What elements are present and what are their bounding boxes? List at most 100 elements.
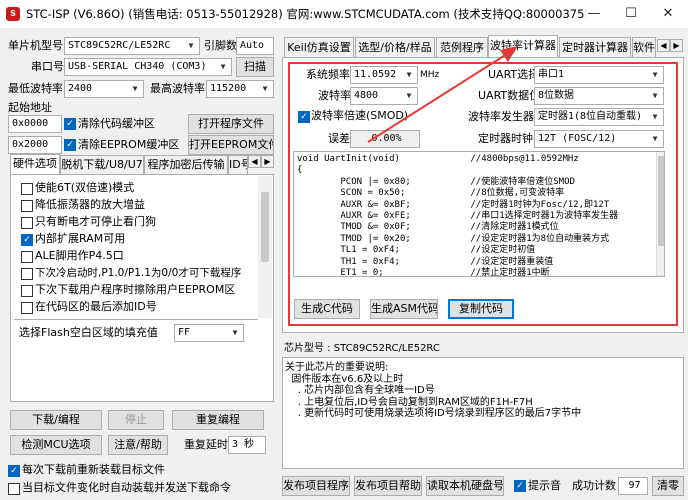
chevron-down-icon: ▼ xyxy=(647,109,663,125)
option-checkbox[interactable] xyxy=(21,302,33,314)
option-label: 只有断电才可停止看门狗 xyxy=(35,215,156,228)
chevron-left-icon[interactable]: ◀ xyxy=(248,155,261,168)
chip-model-header: 芯片型号 : STC89C52RC/LE52RC xyxy=(284,343,440,354)
window-title: STC-ISP (V6.86O) (销售电话: 0513-55012928) 官… xyxy=(26,7,586,21)
start-addr-label: 起始地址 xyxy=(8,101,52,114)
tab-id[interactable]: ID号 xyxy=(228,155,248,174)
error-label: 误差 xyxy=(328,132,350,145)
scan-button[interactable]: 扫描 xyxy=(236,57,274,77)
min-baud-label: 最低波特率 xyxy=(8,82,63,95)
gen-asm-button[interactable]: 生成ASM代码 xyxy=(370,299,438,319)
uart-select[interactable]: 串口1 ▼ xyxy=(534,66,664,84)
success-count-label: 成功计数 xyxy=(572,479,616,492)
baud-label: 波特率 xyxy=(318,89,351,102)
fill-label: 选择Flash空白区域的填充值 xyxy=(19,326,158,339)
uart-bits-select[interactable]: 8位数据 ▼ xyxy=(534,87,664,105)
options-scrollbar[interactable] xyxy=(258,176,272,318)
annotation-arrow xyxy=(367,46,518,143)
chevron-down-icon: ▼ xyxy=(647,88,663,104)
info-text: 关于此芯片的重要说明: 固件版本在v6.6及以上时 . 芯片内部包含有全球唯一I… xyxy=(285,362,582,419)
mcu-type-label: 单片机型号 xyxy=(8,39,63,52)
chevron-down-icon: ▼ xyxy=(227,325,243,341)
stop-button[interactable]: 停止 xyxy=(108,410,164,430)
read-disk-button[interactable]: 读取本机硬盘号 xyxy=(426,476,504,496)
option-label: 内部扩展RAM可用 xyxy=(35,232,126,245)
eeprom-addr-input[interactable]: 0x2000 xyxy=(8,136,62,154)
chevron-right-icon[interactable]: ▶ xyxy=(261,155,274,168)
download-button[interactable]: 下载/编程 xyxy=(10,410,102,430)
auto-send-label: 当目标文件变化时自动装载并发送下载命令 xyxy=(22,481,231,494)
clear-count-button[interactable]: 清零 xyxy=(652,476,684,496)
chevron-down-icon: ▼ xyxy=(127,81,143,97)
chevron-down-icon: ▼ xyxy=(215,59,231,75)
option-label: 使能6T(双倍速)模式 xyxy=(35,181,135,194)
help-button[interactable]: 注意/帮助 xyxy=(108,435,168,455)
tab-hardware[interactable]: 硬件选项 xyxy=(10,154,60,175)
option-checkbox[interactable] xyxy=(21,251,33,263)
option-label: ALE脚用作P4.5口 xyxy=(35,249,124,262)
sys-freq-label: 系统频率 xyxy=(306,68,350,81)
tab-keil[interactable]: Keil仿真设置 xyxy=(284,37,354,57)
gen-c-button[interactable]: 生成C代码 xyxy=(294,299,360,319)
chevron-right-icon[interactable]: ▶ xyxy=(670,39,683,52)
repeat-delay-select[interactable]: 3 秒 xyxy=(228,436,266,454)
min-baud-select[interactable]: 2400 ▼ xyxy=(64,80,144,98)
option-label: 下次冷启动时,P1.0/P1.1为0/0才可下载程序 xyxy=(35,267,242,279)
port-select[interactable]: USB-SERIAL CH340 (COM3) ▼ xyxy=(64,58,232,76)
code-output[interactable]: void UartInit(void) //4800bps@11.0592MHz… xyxy=(293,151,665,277)
copy-code-button[interactable]: 复制代码 xyxy=(448,299,514,319)
code-scrollbar[interactable] xyxy=(656,152,664,276)
baud-gen-select[interactable]: 定时器1(8位自动重载) ▼ xyxy=(534,108,664,126)
option-checkbox[interactable] xyxy=(21,183,33,195)
success-count: 97 xyxy=(618,477,648,495)
max-baud-select[interactable]: 115200 ▼ xyxy=(206,80,274,98)
tab-offline[interactable]: 脱机下载/U8/U7 xyxy=(60,155,144,174)
option-checkbox[interactable] xyxy=(21,285,33,297)
pin-select[interactable]: Auto xyxy=(236,37,274,55)
code-text: void UartInit(void) //4800bps@11.0592MHz… xyxy=(297,154,619,277)
clear-eeprom-label: 清除EEPROM缓冲区 xyxy=(78,138,180,151)
publish-help-button[interactable]: 发布项目帮助 xyxy=(354,476,422,496)
beep-checkbox[interactable]: ✓ xyxy=(514,480,526,492)
option-checkbox[interactable]: ✓ xyxy=(21,234,33,246)
open-eeprom-button[interactable]: 打开EEPROM文件 xyxy=(188,135,274,155)
publish-button[interactable]: 发布项目程序 xyxy=(282,476,350,496)
clear-eeprom-checkbox[interactable]: ✓ xyxy=(64,139,76,151)
auto-send-checkbox[interactable] xyxy=(8,483,20,495)
fill-value-select[interactable]: FF ▼ xyxy=(174,324,244,342)
max-baud-label: 最高波特率 xyxy=(150,82,205,95)
smod-checkbox[interactable]: ✓ xyxy=(298,111,310,123)
option-label: 下次下载用户程序时擦除用户EEPROM区 xyxy=(35,283,236,296)
reload-checkbox[interactable]: ✓ xyxy=(8,465,20,477)
minimize-button[interactable]: — xyxy=(574,0,614,28)
close-button[interactable]: ✕ xyxy=(648,0,688,28)
reload-label: 每次下载前重新装载目标文件 xyxy=(22,463,165,476)
option-checkbox[interactable] xyxy=(21,268,33,280)
tab-timer-calculator[interactable]: 定时器计算器 xyxy=(559,37,631,57)
reprogram-button[interactable]: 重复编程 xyxy=(172,410,264,430)
repeat-delay-label: 重复延时 xyxy=(184,438,228,451)
divider xyxy=(14,319,258,320)
chevron-down-icon: ▼ xyxy=(647,67,663,83)
chevron-down-icon: ▼ xyxy=(647,131,663,147)
chevron-left-icon[interactable]: ◀ xyxy=(657,39,670,52)
tab-software[interactable]: 软件 xyxy=(632,37,656,57)
open-program-button[interactable]: 打开程序文件 xyxy=(188,114,274,134)
clear-code-checkbox[interactable]: ✓ xyxy=(64,118,76,130)
code-addr-input[interactable]: 0x0000 xyxy=(8,115,62,133)
pin-label: 引脚数 xyxy=(204,39,237,52)
beep-label: 提示音 xyxy=(528,479,561,492)
option-label: 降低振荡器的放大增益 xyxy=(35,198,145,211)
app-icon: S xyxy=(6,7,20,21)
maximize-button[interactable]: ☐ xyxy=(611,0,651,28)
chevron-down-icon: ▼ xyxy=(257,81,273,97)
port-label: 串口号 xyxy=(31,60,64,73)
tab-encrypt[interactable]: 程序加密后传输 xyxy=(144,155,228,174)
option-checkbox[interactable] xyxy=(21,200,33,212)
chevron-down-icon: ▼ xyxy=(183,38,199,54)
mcu-type-select[interactable]: STC89C52RC/LE52RC ▼ xyxy=(64,37,200,55)
timer-clock-select[interactable]: 12T (FOSC/12) ▼ xyxy=(534,130,664,148)
option-checkbox[interactable] xyxy=(21,217,33,229)
detect-mcu-button[interactable]: 检测MCU选项 xyxy=(10,435,102,455)
clear-code-label: 清除代码缓冲区 xyxy=(78,117,155,130)
